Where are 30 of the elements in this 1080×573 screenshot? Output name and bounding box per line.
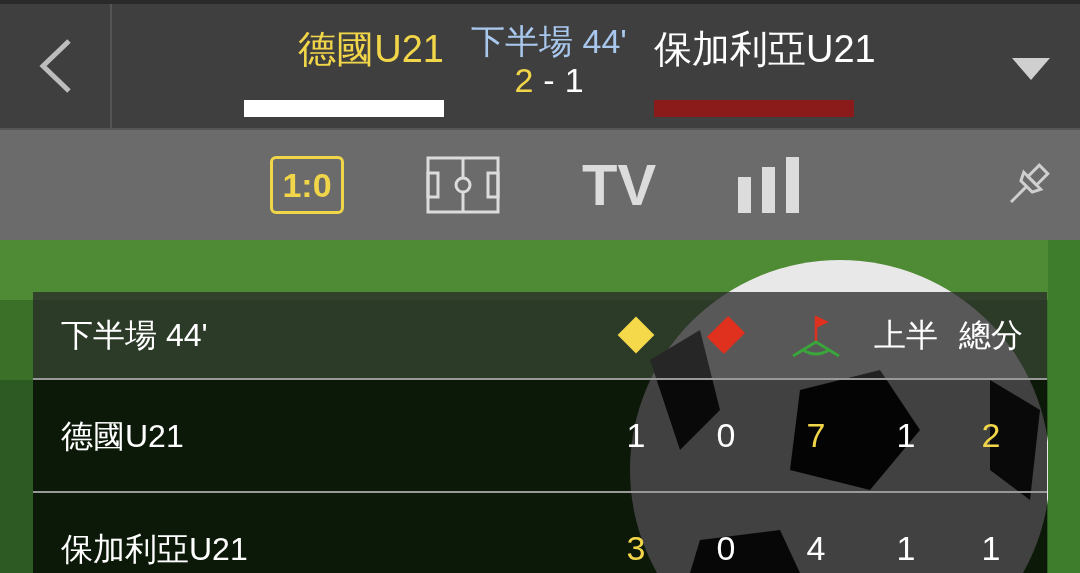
tab[interactable]: TV bbox=[582, 156, 657, 214]
column-header: 總分 bbox=[959, 316, 1023, 355]
home-score: 2 bbox=[514, 60, 534, 100]
table-cell-text: 7 bbox=[805, 415, 827, 456]
tab[interactable] bbox=[426, 156, 500, 214]
team-name: 保加利亞U21 bbox=[61, 529, 248, 569]
column-header: 上半 bbox=[874, 316, 938, 355]
match-period: 下半場 44' bbox=[471, 22, 627, 60]
tab[interactable] bbox=[738, 157, 801, 213]
table-period: 下半場 44' bbox=[61, 316, 208, 355]
back-icon bbox=[37, 38, 73, 94]
table-cell-text: 0 bbox=[715, 415, 737, 456]
bar-chart-icon bbox=[738, 157, 801, 213]
table-cell-text: 1 bbox=[980, 528, 1002, 569]
tab[interactable]: 1:0 bbox=[270, 156, 344, 214]
table-cell-text: 2 bbox=[980, 415, 1002, 456]
table-cell-text: 3 bbox=[625, 528, 647, 569]
home-team-name: 德國U21 bbox=[298, 27, 444, 72]
table-cell-text: 1 bbox=[895, 528, 917, 569]
away-team-name: 保加利亞U21 bbox=[654, 27, 876, 72]
table-cell-text: 4 bbox=[805, 528, 827, 569]
table-cell-text: 1 bbox=[625, 415, 647, 456]
table-cell-text: 0 bbox=[715, 528, 737, 569]
caret-icon bbox=[1012, 58, 1050, 80]
pitch-icon bbox=[426, 156, 500, 214]
score-separator: - bbox=[543, 60, 555, 100]
away-score: 1 bbox=[564, 60, 584, 100]
dropdown-button[interactable] bbox=[1012, 58, 1050, 80]
team-name: 德國U21 bbox=[61, 416, 184, 456]
table-cell-text: 1 bbox=[895, 415, 917, 456]
